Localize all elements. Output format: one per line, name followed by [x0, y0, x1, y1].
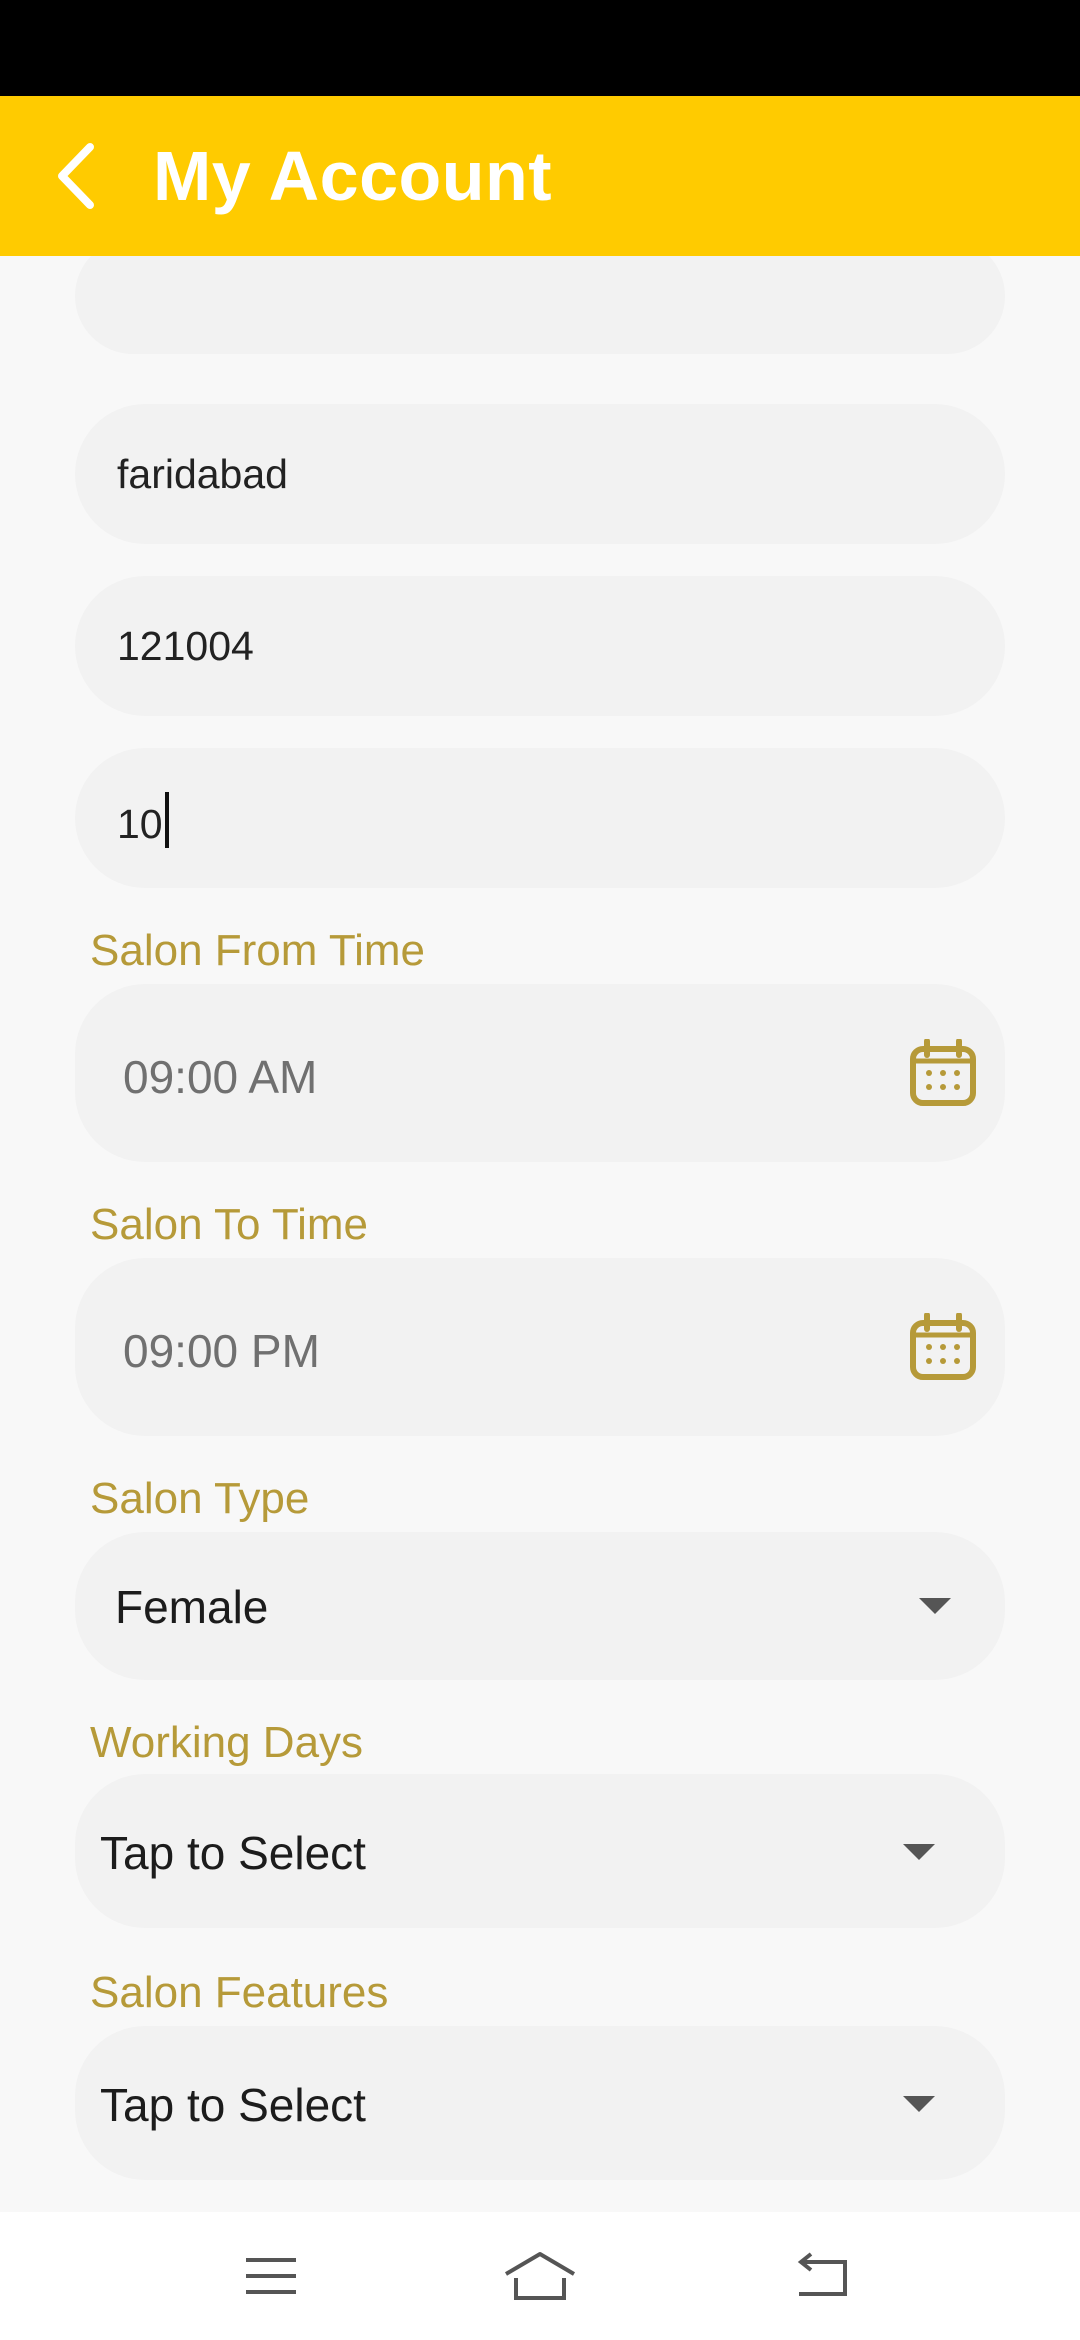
- salon-from-time-field[interactable]: 09:00 AM: [75, 984, 1005, 1162]
- city-value: faridabad: [117, 451, 288, 497]
- address-field[interactable]: [75, 256, 1005, 354]
- dropdown-caret-icon: [919, 1598, 951, 1614]
- numeric-value: 10: [117, 801, 163, 847]
- working-days-dropdown[interactable]: Tap to Select: [75, 1774, 1005, 1928]
- working-days-label: Working Days: [90, 1718, 364, 1767]
- city-field[interactable]: faridabad: [75, 404, 1005, 544]
- back-nav-button[interactable]: [778, 2236, 868, 2316]
- numeric-field[interactable]: 10: [75, 748, 1005, 888]
- salon-type-value: Female: [115, 1581, 269, 1633]
- status-bar: [0, 0, 1080, 96]
- back-button[interactable]: [36, 136, 116, 216]
- salon-features-dropdown[interactable]: Tap to Select: [75, 2026, 1005, 2180]
- numeric-field-text: 10: [117, 792, 169, 848]
- calendar-icon[interactable]: [909, 1313, 977, 1381]
- text-cursor: [164, 792, 169, 848]
- chevron-left-icon: [58, 143, 94, 209]
- working-days-value: Tap to Select: [100, 1827, 366, 1879]
- salon-type-label: Salon Type: [90, 1474, 310, 1523]
- home-button[interactable]: [495, 2236, 585, 2316]
- salon-from-time-value: 09:00 AM: [123, 1051, 318, 1103]
- salon-type-dropdown[interactable]: Female: [75, 1532, 1005, 1680]
- page-title: My Account: [153, 137, 553, 215]
- form-scroll-area[interactable]: faridabad 121004 10 Salon From Time 09:0…: [0, 256, 1080, 2212]
- home-icon: [504, 2252, 576, 2300]
- salon-to-time-field[interactable]: 09:00 PM: [75, 1258, 1005, 1436]
- menu-button[interactable]: [226, 2236, 316, 2316]
- dropdown-caret-icon: [903, 2096, 935, 2112]
- salon-from-time-label: Salon From Time: [90, 926, 425, 975]
- back-icon: [797, 2252, 847, 2296]
- dropdown-caret-icon: [903, 1844, 935, 1860]
- salon-to-time-label: Salon To Time: [90, 1200, 369, 1249]
- menu-icon: [246, 2258, 296, 2294]
- system-nav-bar: [0, 2212, 1080, 2340]
- app-bar: My Account: [0, 96, 1080, 256]
- pincode-field[interactable]: 121004: [75, 576, 1005, 716]
- salon-features-value: Tap to Select: [100, 2079, 366, 2131]
- salon-to-time-value: 09:00 PM: [123, 1325, 320, 1377]
- pincode-value: 121004: [117, 623, 254, 669]
- calendar-icon[interactable]: [909, 1039, 977, 1107]
- salon-features-label: Salon Features: [90, 1968, 389, 2017]
